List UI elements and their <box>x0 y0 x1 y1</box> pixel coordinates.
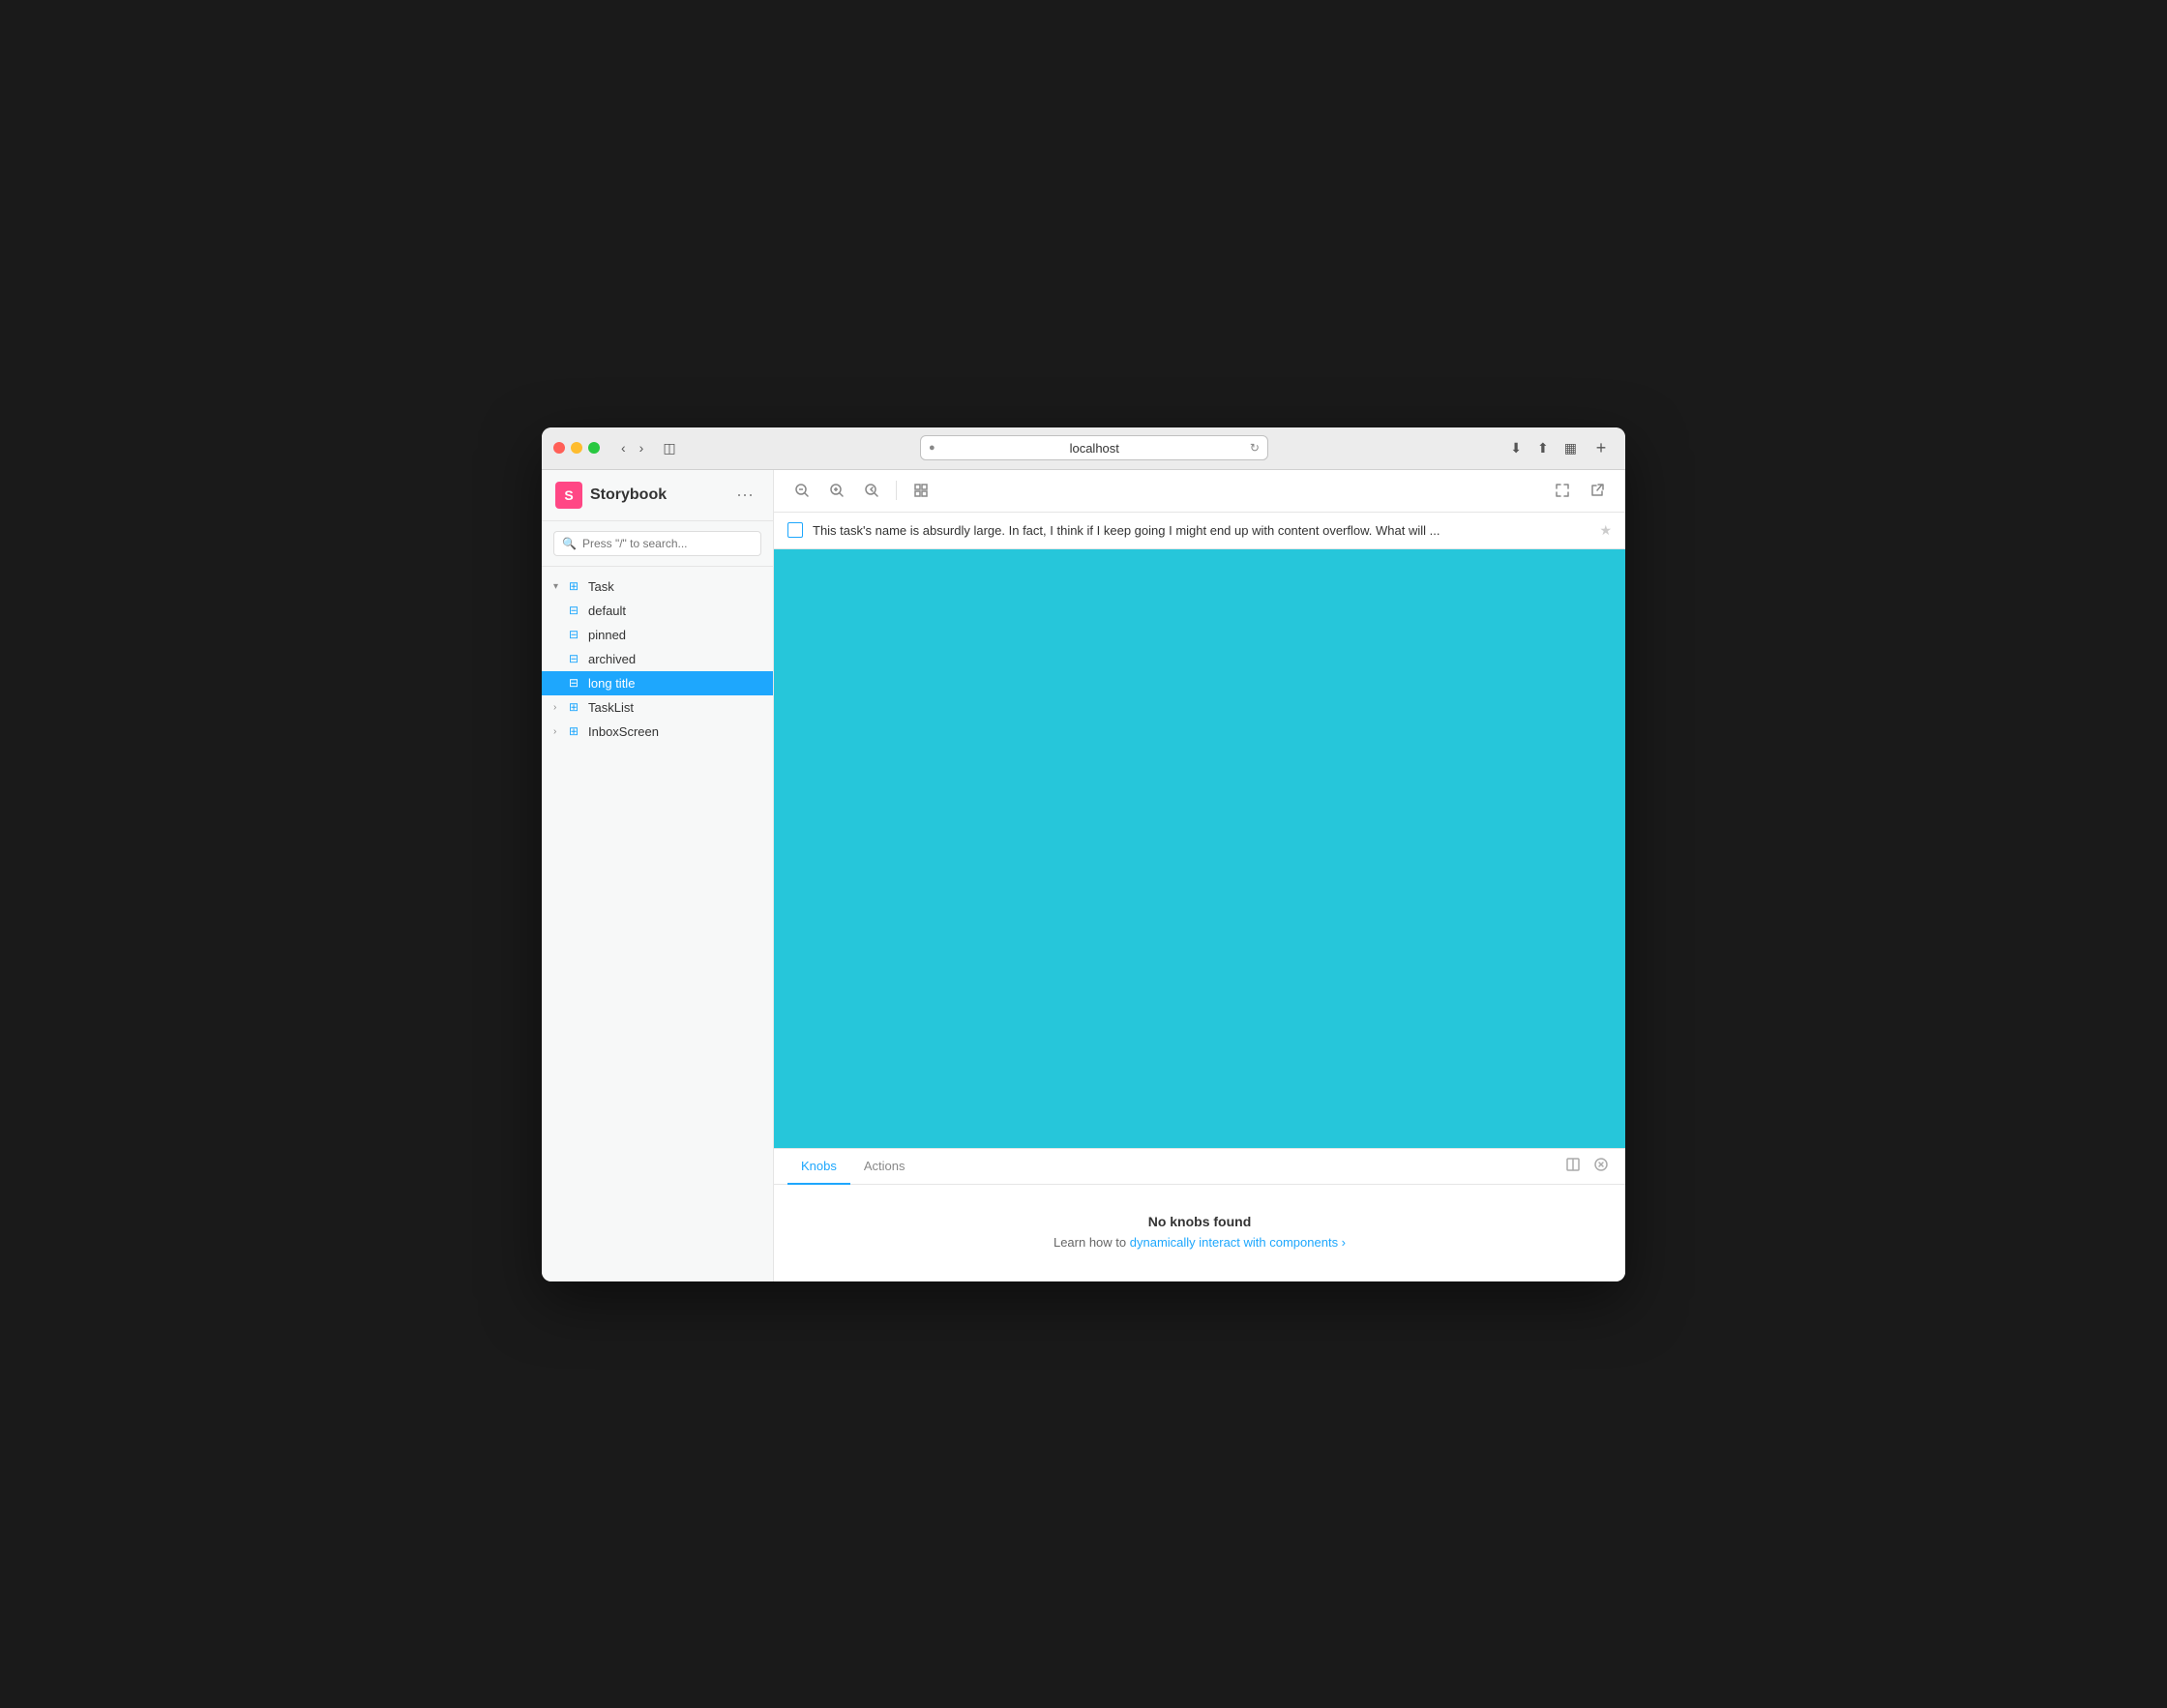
back-button[interactable]: ‹ <box>615 436 632 459</box>
download-button[interactable]: ⬇ <box>1506 436 1526 460</box>
sidebar-item-label: Task <box>588 579 761 594</box>
title-bar: ‹ › ◫ ● localhost ↻ ⬇ ⬆ ▦ + <box>542 427 1625 470</box>
sidebar-item-label: pinned <box>588 628 761 642</box>
sidebar-menu-button[interactable]: ··· <box>730 483 759 507</box>
sidebar-toggle-button[interactable]: ◫ <box>657 436 681 460</box>
sidebar-item-tasklist[interactable]: › ⊞ TaskList <box>542 695 773 720</box>
caret-right-icon: › <box>553 726 565 737</box>
sidebar-item-label: default <box>588 604 761 618</box>
bottom-content: No knobs found Learn how to dynamically … <box>774 1185 1625 1281</box>
preview-area: This task's name is absurdly large. In f… <box>774 513 1625 1148</box>
address-bar[interactable]: ● localhost ↻ <box>920 435 1268 460</box>
sidebar-logo: S Storybook <box>555 482 667 509</box>
no-knobs-title: No knobs found <box>793 1214 1606 1229</box>
sidebar-item-inboxscreen[interactable]: › ⊞ InboxScreen <box>542 720 773 744</box>
bottom-panel: Knobs Actions <box>774 1148 1625 1281</box>
no-knobs-link[interactable]: dynamically interact with components › <box>1130 1235 1346 1250</box>
traffic-lights <box>553 442 600 454</box>
no-knobs-desc: Learn how to dynamically interact with c… <box>793 1235 1606 1250</box>
nav-buttons: ‹ › <box>615 436 649 459</box>
fullscreen-button[interactable] <box>1548 478 1577 503</box>
reload-icon[interactable]: ↻ <box>1250 441 1260 455</box>
zoom-reset-button[interactable] <box>857 478 886 503</box>
task-checkbox[interactable] <box>787 522 803 538</box>
story-icon: ⊟ <box>569 604 584 617</box>
toolbar-divider <box>896 481 897 500</box>
story-icon: ⊟ <box>569 652 584 665</box>
sidebar: S Storybook ··· 🔍 ▾ ⊞ Task <box>542 470 774 1281</box>
zoom-in-icon <box>829 483 845 498</box>
sidebar-title: Storybook <box>590 486 667 504</box>
bottom-tabs-left: Knobs Actions <box>787 1149 919 1184</box>
main-content: S Storybook ··· 🔍 ▾ ⊞ Task <box>542 470 1625 1281</box>
split-view-button[interactable] <box>1561 1153 1585 1179</box>
story-icon: ⊟ <box>569 676 584 690</box>
fullscreen-icon <box>1555 483 1570 498</box>
component-icon: ⊞ <box>569 579 584 593</box>
zoom-in-button[interactable] <box>822 478 851 503</box>
address-bar-container: ● localhost ↻ <box>690 435 1499 460</box>
close-button[interactable] <box>553 442 565 454</box>
sidebar-item-pinned[interactable]: ⊟ pinned <box>542 623 773 647</box>
url-text: localhost <box>1070 441 1119 456</box>
close-icon <box>1594 1158 1608 1171</box>
sidebar-item-label: archived <box>588 652 761 666</box>
maximize-button[interactable] <box>588 442 600 454</box>
tab-knobs[interactable]: Knobs <box>787 1149 850 1185</box>
sidebar-item-archived[interactable]: ⊟ archived <box>542 647 773 671</box>
tab-actions[interactable]: Actions <box>850 1149 919 1185</box>
storybook-logo-icon: S <box>555 482 582 509</box>
new-window-button[interactable]: ▦ <box>1560 436 1581 460</box>
search-wrap[interactable]: 🔍 <box>553 531 761 556</box>
toolbar-right <box>1548 478 1612 503</box>
zoom-out-icon <box>794 483 810 498</box>
component-icon: ⊞ <box>569 724 584 738</box>
minimize-button[interactable] <box>571 442 582 454</box>
external-link-icon <box>1589 483 1605 498</box>
sidebar-item-default[interactable]: ⊟ default <box>542 599 773 623</box>
open-new-tab-button[interactable] <box>1583 478 1612 503</box>
grid-button[interactable] <box>906 478 935 503</box>
sidebar-item-label: InboxScreen <box>588 724 761 739</box>
grid-icon <box>913 483 929 498</box>
sidebar-item-long-title[interactable]: ⊟ long title <box>542 671 773 695</box>
caret-right-icon: › <box>553 702 565 713</box>
close-panel-button[interactable] <box>1590 1154 1612 1178</box>
sidebar-item-label: TaskList <box>588 700 761 715</box>
bottom-tabs-bar: Knobs Actions <box>774 1149 1625 1185</box>
new-tab-button[interactable]: + <box>1588 435 1614 460</box>
split-icon <box>1565 1157 1581 1172</box>
nav-tree: ▾ ⊞ Task ⊟ default ⊟ pinned ⊟ archived <box>542 567 773 1281</box>
bottom-tab-actions <box>1561 1153 1612 1179</box>
search-input[interactable] <box>582 537 753 550</box>
forward-button[interactable]: › <box>634 436 650 459</box>
story-title: This task's name is absurdly large. In f… <box>813 523 1589 538</box>
browser-actions: ⬇ ⬆ ▦ + <box>1506 435 1614 460</box>
story-header: This task's name is absurdly large. In f… <box>774 513 1625 549</box>
search-icon: 🔍 <box>562 537 577 550</box>
component-icon: ⊞ <box>569 700 584 714</box>
lock-icon: ● <box>929 442 935 454</box>
zoom-reset-icon <box>864 483 879 498</box>
search-container: 🔍 <box>542 521 773 567</box>
sidebar-item-task[interactable]: ▾ ⊞ Task <box>542 574 773 599</box>
preview-canvas <box>774 549 1625 1148</box>
no-knobs-desc-text: Learn how to <box>1054 1235 1130 1250</box>
sidebar-header: S Storybook ··· <box>542 470 773 521</box>
toolbar <box>774 470 1625 513</box>
story-icon: ⊟ <box>569 628 584 641</box>
toolbar-left <box>787 478 935 503</box>
browser-window: ‹ › ◫ ● localhost ↻ ⬇ ⬆ ▦ + S Storybook <box>542 427 1625 1281</box>
zoom-out-button[interactable] <box>787 478 816 503</box>
share-button[interactable]: ⬆ <box>1533 436 1553 460</box>
caret-down-icon: ▾ <box>553 581 565 592</box>
sidebar-item-label: long title <box>588 676 761 691</box>
star-icon[interactable]: ★ <box>1599 522 1612 539</box>
main-panel: This task's name is absurdly large. In f… <box>774 470 1625 1281</box>
